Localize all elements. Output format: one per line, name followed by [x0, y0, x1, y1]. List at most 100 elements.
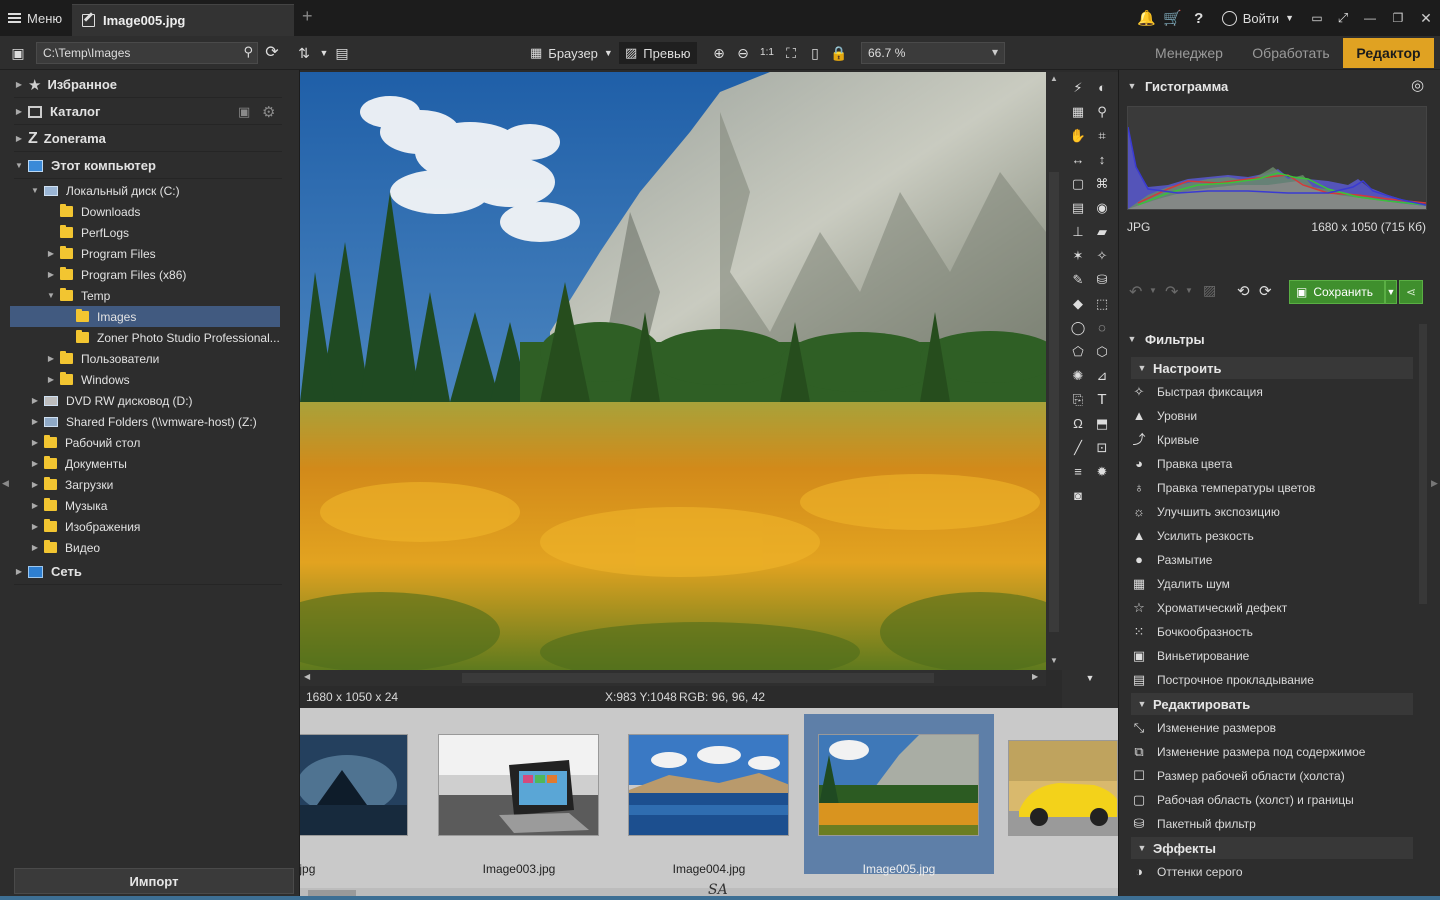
notification-bell-icon[interactable]: 🔔 [1134, 0, 1160, 36]
rect-select-icon[interactable]: ⬚ [1092, 294, 1112, 314]
fit-window-icon[interactable]: ⛶ [781, 43, 801, 63]
sort-chevron-icon[interactable]: ▼ [314, 43, 334, 63]
magic-select-icon[interactable]: ✺ [1068, 366, 1088, 386]
filters-scrollbar[interactable] [1419, 324, 1427, 604]
new-folder-icon[interactable]: ▤ [332, 43, 352, 63]
shape-icon[interactable]: ⬒ [1092, 414, 1112, 434]
tree-folder-program-files-x86[interactable]: ▶ Program Files (x86) [46, 264, 186, 285]
filter-item[interactable]: ⧉ Изменение размера под содержимое [1131, 741, 1365, 763]
tree-dvd[interactable]: ▶ DVD RW дисковод (D:) [30, 390, 193, 411]
expand-arrow-icon[interactable]: ▶ [14, 80, 24, 89]
collapse-panel-icon[interactable]: ◀ [2, 478, 9, 489]
wand-tool-icon[interactable]: ✧ [1092, 246, 1112, 266]
filter-item[interactable]: ▲ Усилить резкость [1131, 525, 1254, 547]
share-button[interactable]: ⋖ [1399, 280, 1423, 304]
expand-arrow-icon[interactable]: ▶ [30, 480, 40, 489]
refresh-icon[interactable]: ⟳ [262, 43, 282, 63]
redo-chevron-icon[interactable]: ▼ [1185, 286, 1193, 295]
filter-item[interactable]: ⛁ Пакетный фильтр [1131, 813, 1256, 835]
collapse-arrow-icon[interactable]: ▼ [1127, 334, 1137, 344]
expand-arrow-icon[interactable]: ▶ [30, 543, 40, 552]
warp-icon[interactable]: ⌘ [1092, 174, 1112, 194]
filter-item[interactable]: ▢ Рабочая область (холст) и границы [1131, 789, 1354, 811]
thumbnail[interactable]: Image003.jpg [424, 714, 614, 876]
frame-icon[interactable]: ◙ [1068, 486, 1088, 506]
collapse-arrow-icon[interactable]: ▼ [14, 161, 24, 170]
filter-item[interactable]: ☐ Размер рабочей области (холста) [1131, 765, 1345, 787]
filter-item[interactable]: ⤴ Кривые [1131, 429, 1199, 451]
cart-icon[interactable]: 🛒 [1160, 0, 1186, 36]
filter-item[interactable]: ✧ Быстрая фиксация [1131, 381, 1263, 403]
scroll-thumb[interactable] [462, 673, 934, 683]
image-vertical-scrollbar[interactable]: ▲ ▼ [1046, 72, 1062, 670]
tree-folder-downloads[interactable]: Downloads [60, 201, 140, 222]
histogram-header[interactable]: ▼ Гистограмма [1127, 74, 1229, 98]
tree-desktop[interactable]: ▶ Рабочий стол [30, 432, 140, 453]
selection-brush-icon[interactable]: ⊿ [1092, 366, 1112, 386]
document-tab[interactable]: Image005.jpg [72, 4, 294, 36]
filter-item[interactable]: ☆ Хроматический дефект [1131, 597, 1287, 619]
thumbnail[interactable]: Image004.jpg [614, 714, 804, 876]
add-folder-icon[interactable]: ▣ [238, 104, 250, 120]
collapse-arrow-icon[interactable]: ▼ [1137, 699, 1147, 709]
tree-music[interactable]: ▶ Музыка [30, 495, 107, 516]
image-canvas[interactable] [300, 72, 1046, 670]
lasso-icon[interactable]: ◌ [1092, 318, 1112, 338]
tree-favorites[interactable]: ▶ ★ Избранное [14, 72, 282, 98]
filter-item[interactable]: ◑ Оттенки серого [1131, 861, 1243, 883]
more-tools-icon[interactable]: ▼ [1080, 668, 1100, 688]
tab-manager[interactable]: Менеджер [1138, 36, 1240, 70]
browser-view-button[interactable]: ▦ Браузер ▼ [524, 42, 619, 64]
text-icon[interactable]: T [1092, 390, 1112, 410]
tree-shared[interactable]: ▶ Shared Folders (\\vmware-host) (Z:) [30, 411, 257, 432]
tree-video[interactable]: ▶ Видео [30, 537, 100, 558]
fullscreen-icon[interactable]: ⤢ [1330, 0, 1356, 36]
filters-header[interactable]: ▼ Фильтры [1127, 327, 1205, 351]
grid-tool-icon[interactable]: ▦ [1068, 102, 1088, 122]
maximize-button[interactable]: ❐ [1384, 0, 1412, 36]
tree-local-disk[interactable]: ▼ Локальный диск (C:) [30, 180, 180, 201]
eye-icon[interactable]: ◉ [1092, 198, 1112, 218]
tree-downloads[interactable]: ▶ Загрузки [30, 474, 113, 495]
edit-section-header[interactable]: ▼ Редактировать [1131, 693, 1413, 715]
close-button[interactable]: ✕ [1412, 0, 1440, 36]
mixer-icon[interactable]: ◐ [1092, 78, 1112, 98]
lock-icon[interactable]: 🔒 [829, 43, 849, 63]
scroll-left-icon[interactable]: ◀ [304, 672, 310, 681]
filter-item[interactable]: ▤ Построчное прокладывание [1131, 669, 1314, 691]
bucket-icon[interactable]: ⛁ [1092, 270, 1112, 290]
fit-width-icon[interactable]: ▯ [805, 43, 825, 63]
tree-network[interactable]: ▶ Сеть [14, 559, 282, 585]
expand-arrow-icon[interactable]: ▶ [30, 501, 40, 510]
line-icon[interactable]: ╱ [1068, 438, 1088, 458]
monitor-icon[interactable]: ▭ [1304, 0, 1330, 36]
transform-icon[interactable]: ▢ [1068, 174, 1088, 194]
stamp-icon[interactable]: ⊥ [1068, 222, 1088, 242]
undo-chevron-icon[interactable]: ▼ [1149, 286, 1157, 295]
expand-arrow-icon[interactable]: ▶ [30, 438, 40, 447]
lines-tool-icon[interactable]: ≡ [1068, 462, 1088, 482]
tree-folder-temp[interactable]: ▼ Temp [46, 285, 110, 306]
undo-icon[interactable]: ↶ [1129, 282, 1142, 302]
zoom-select[interactable]: 66.7 % [861, 42, 1005, 64]
rotate-left-icon[interactable]: ⟲ [1237, 282, 1250, 300]
tree-folder-users[interactable]: ▶ Пользователи [46, 348, 159, 369]
clipboard-icon[interactable]: ⎘ [1068, 390, 1088, 410]
save-button[interactable]: ▣ Сохранить [1289, 280, 1385, 304]
tree-zonerama[interactable]: ▶ Z Zonerama [14, 126, 282, 152]
tab-develop[interactable]: Обработать [1240, 36, 1342, 70]
filter-item[interactable]: ▣ Виньетирование [1131, 645, 1249, 667]
expand-arrow-icon[interactable]: ▶ [30, 459, 40, 468]
quick-fix-icon[interactable]: ⚡ [1068, 78, 1088, 98]
search-icon[interactable]: ⚲ [243, 44, 253, 60]
filter-item[interactable]: ⁙ Бочкообразность [1131, 621, 1253, 643]
adjust-section-header[interactable]: ▼ Настроить [1131, 357, 1413, 379]
preview-view-button[interactable]: ▨ Превью [619, 42, 697, 64]
effect-icon[interactable]: ✹ [1092, 462, 1112, 482]
magnifier-icon[interactable]: ⚲ [1092, 102, 1112, 122]
thumbnail[interactable]: Image006.jp [994, 714, 1118, 876]
eraser-icon[interactable]: ▰ [1092, 222, 1112, 242]
expand-arrow-icon[interactable]: ▶ [46, 375, 56, 384]
menu-button[interactable]: Меню [0, 0, 70, 36]
help-icon[interactable]: ? [1186, 0, 1212, 36]
